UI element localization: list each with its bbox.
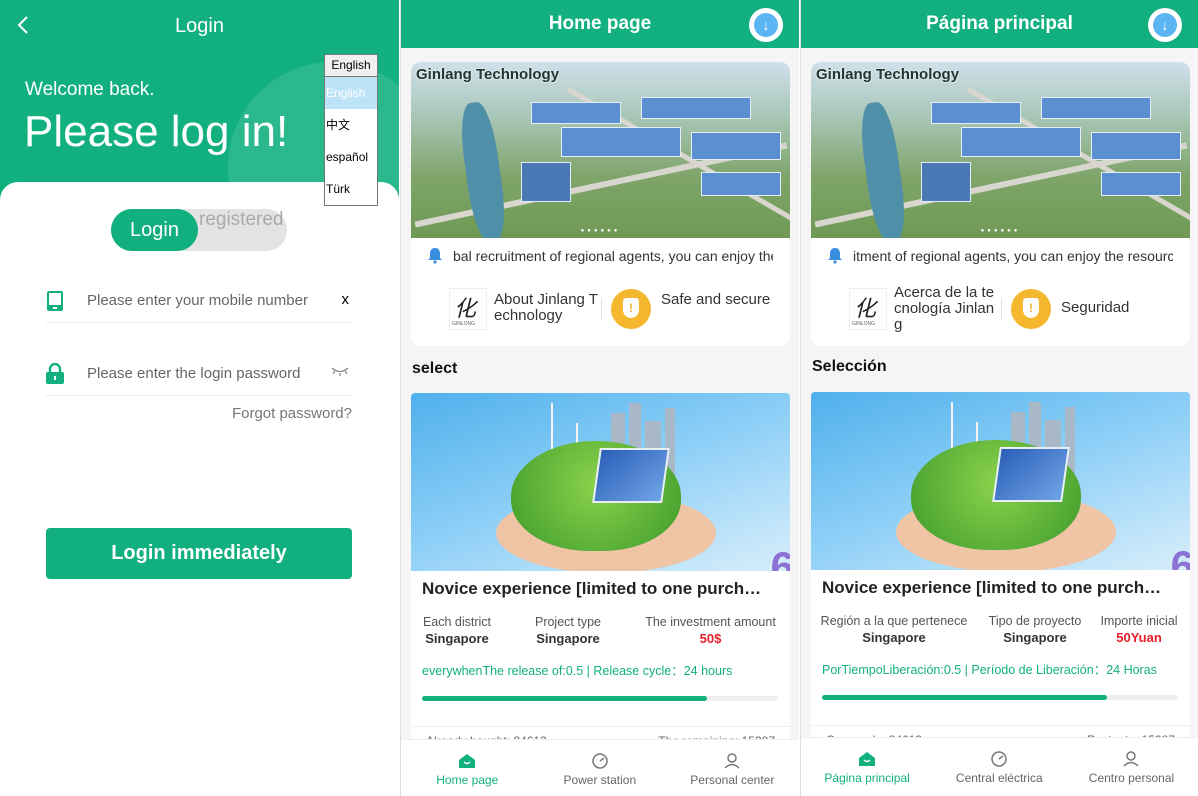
home-screen-english: Home page ↓ Ginlang Technology ●●●●●● ba… (400, 0, 799, 796)
tab-home[interactable]: Página principal (801, 738, 933, 795)
login-form-container (0, 182, 399, 796)
safety-link[interactable]: Safe and secure (661, 292, 771, 308)
shield-icon[interactable]: ! (611, 289, 651, 329)
safety-link[interactable]: Seguridad (1061, 300, 1171, 316)
language-option-spanish[interactable]: español (325, 141, 377, 173)
tab-power-station[interactable]: Power station (534, 740, 667, 796)
language-selected[interactable]: English (325, 55, 377, 77)
home-icon (458, 753, 476, 769)
release-info: everywhenThe release of:0.5 | Release cy… (422, 664, 733, 678)
about-link[interactable]: About Jinlang Technology (494, 292, 599, 324)
tab-home[interactable]: Home page (401, 740, 534, 796)
district-col: Each district Singapore (422, 615, 492, 646)
investment-col: The investment amount 50$ (645, 615, 776, 646)
product-card[interactable]: 6 Novice experience [limited to one purc… (411, 393, 790, 753)
gauge-icon (990, 751, 1008, 767)
user-icon (723, 753, 741, 769)
welcome-text: Welcome back. (25, 79, 155, 100)
tab-personal-center[interactable]: Centro personal (1065, 738, 1197, 795)
product-image: 6 (411, 393, 790, 571)
bottom-nav: Página principal Central eléctrica Centr… (801, 737, 1198, 796)
headline: Please log in! (24, 107, 289, 156)
notice-text: bal recruitment of regional agents, you … (453, 248, 773, 264)
tab-login[interactable]: Login (111, 209, 198, 251)
tab-personal-center[interactable]: Personal center (666, 740, 799, 796)
shield-icon[interactable]: ! (1011, 289, 1051, 329)
product-title: Novice experience [limited to one purcha… (822, 578, 1162, 597)
password-input[interactable]: Please enter the login password (87, 365, 300, 382)
download-icon[interactable]: ↓ (1148, 8, 1182, 42)
project-type-col: Project type Singapore (534, 615, 601, 646)
forgot-password-link[interactable]: Forgot password? (232, 405, 352, 422)
lock-icon (45, 362, 65, 385)
carousel-dots[interactable]: ●●●●●● (411, 228, 790, 234)
progress-bar (422, 696, 778, 701)
gauge-icon (591, 753, 609, 769)
bell-icon (426, 246, 444, 264)
login-register-toggle: Login registered (111, 209, 287, 251)
notice-text: itment of regional agents, you can enjoy… (853, 248, 1173, 264)
header: Página principal ↓ (801, 0, 1198, 48)
banner-image[interactable]: Ginlang Technology ●●●●●● (411, 62, 790, 238)
phone-field[interactable]: Please enter your mobile number x (45, 283, 352, 323)
download-icon[interactable]: ↓ (749, 8, 783, 42)
login-button[interactable]: Login immediately (46, 528, 352, 579)
phone-input[interactable]: Please enter your mobile number (87, 292, 308, 309)
banner-brand: Ginlang Technology (816, 66, 960, 83)
product-title: Novice experience [limited to one purcha… (422, 579, 762, 598)
bottom-nav: Home page Power station Personal center (401, 739, 799, 796)
jinlang-logo[interactable]: 化 GINLONG (449, 288, 487, 330)
district-col: Región a la que pertenece Singapore (820, 614, 968, 645)
language-select[interactable]: English English 中文 español Türk (324, 54, 378, 206)
tab-power-station[interactable]: Central eléctrica (933, 738, 1065, 795)
carousel-dots[interactable]: ●●●●●● (811, 228, 1190, 234)
card-footer: Comprado: 84613 Restante: 15387 (811, 725, 1190, 747)
section-title: Selección (812, 358, 887, 375)
eye-closed-icon[interactable] (331, 364, 349, 381)
home-icon (858, 751, 876, 767)
header: Home page ↓ (401, 0, 799, 48)
feature-row: 化 GINLONG Acerca de la tecnología Jinlang… (811, 272, 1190, 346)
language-option-turkish[interactable]: Türk (325, 173, 377, 205)
tab-register[interactable]: registered (199, 210, 285, 229)
about-link[interactable]: Acerca de la tecnología Jinlang (894, 285, 999, 333)
notice-bar: itment of regional agents, you can enjoy… (811, 238, 1190, 272)
user-icon (1122, 751, 1140, 767)
banner-brand: Ginlang Technology (416, 66, 560, 83)
jinlang-logo[interactable]: 化 GINLONG (849, 288, 887, 330)
page-title: Login (175, 15, 224, 37)
language-option-chinese[interactable]: 中文 (325, 109, 377, 141)
home-screen-spanish: Página principal ↓ Ginlang Technology ●●… (800, 0, 1198, 796)
page-title: Página principal (926, 13, 1073, 34)
phone-icon (45, 290, 65, 312)
clear-icon[interactable]: x (342, 291, 350, 308)
section-title: select (412, 360, 458, 377)
feature-row: 化 GINLONG About Jinlang Technology ! Safe… (411, 272, 790, 346)
project-type-col: Tipo de proyecto Singapore (988, 614, 1082, 645)
language-option-english[interactable]: English (325, 77, 377, 109)
login-screen: Login Welcome back. Please log in! Engli… (0, 0, 399, 796)
page-title: Home page (548, 13, 652, 34)
notice-bar: bal recruitment of regional agents, you … (411, 238, 790, 272)
release-info: PorTiempoLiberación:0.5 | Período de Lib… (822, 663, 1157, 677)
progress-bar (822, 695, 1178, 700)
product-image: 6 (811, 392, 1190, 570)
banner-image[interactable]: Ginlang Technology ●●●●●● (811, 62, 1190, 238)
password-field[interactable]: Please enter the login password (45, 356, 352, 396)
card-footer: Already bought: 84613 The remaining: 153… (411, 726, 790, 748)
product-card[interactable]: 6 Novice experience [limited to one purc… (811, 392, 1190, 752)
investment-col: Importe inicial 50Yuan (1100, 614, 1178, 645)
bell-icon (826, 246, 844, 264)
